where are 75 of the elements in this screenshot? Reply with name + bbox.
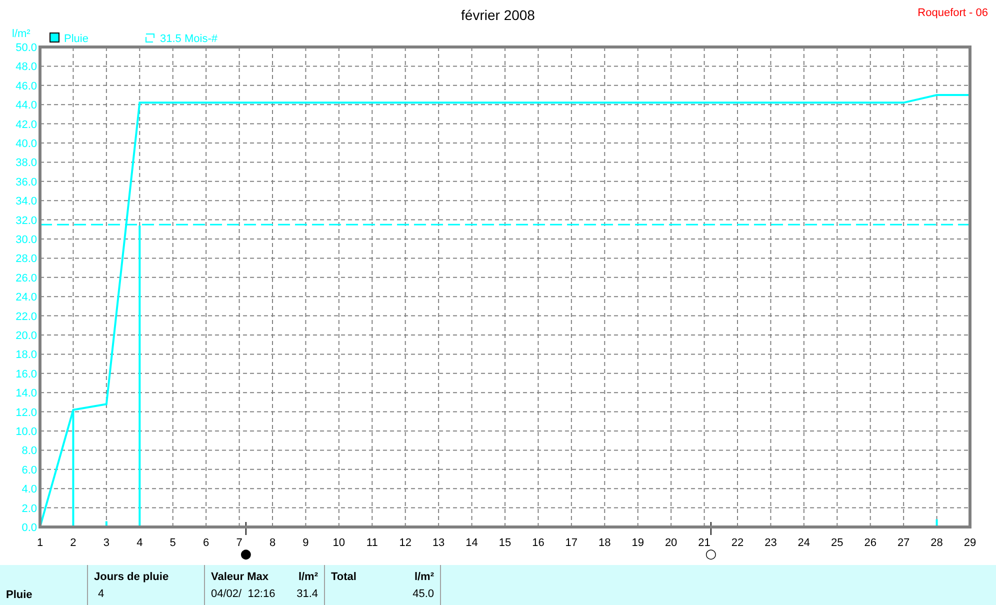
x-tick-label: 22 bbox=[731, 537, 744, 549]
x-tick-label: 27 bbox=[897, 537, 910, 549]
x-tick-label: 4 bbox=[136, 537, 143, 549]
x-tick-label: 20 bbox=[664, 537, 678, 549]
y-tick-label: 48.0 bbox=[16, 61, 37, 74]
y-tick-label: 46.0 bbox=[16, 80, 37, 92]
x-tick-label: 5 bbox=[170, 537, 176, 549]
y-tick-label: 10.0 bbox=[16, 426, 37, 438]
y-tick-label: 22.0 bbox=[16, 310, 37, 323]
x-tick-label: 8 bbox=[269, 537, 276, 549]
column-heading: Jours de pluie bbox=[94, 570, 169, 583]
x-tick-label: 6 bbox=[203, 537, 210, 549]
table-cell: 04/02/ 12:16 bbox=[211, 588, 276, 600]
legend-label: 31.5 Mois-# bbox=[160, 33, 218, 45]
tick-mark bbox=[710, 522, 712, 536]
column-heading: Valeur Max bbox=[211, 570, 268, 583]
moon-phase-label: ○ bbox=[705, 547, 717, 562]
x-tick-label: 16 bbox=[532, 537, 544, 549]
x-tick-label: 18 bbox=[598, 537, 611, 549]
x-tick-label: 21 bbox=[698, 537, 710, 549]
y-tick-label: 4.0 bbox=[22, 484, 37, 496]
chart-title: février 2008 bbox=[461, 7, 535, 23]
column-heading: Total bbox=[331, 570, 356, 583]
x-tick-label: 10 bbox=[332, 537, 346, 549]
y-tick-label: 34.0 bbox=[16, 196, 37, 208]
y-tick-label: 28.0 bbox=[16, 253, 37, 266]
row-label: Pluie bbox=[6, 588, 34, 601]
x-tick-label: 13 bbox=[432, 537, 445, 549]
table-cell-text: 4 bbox=[97, 588, 104, 600]
moon-phase-label: ● bbox=[240, 547, 252, 562]
y-tick-label: 6.0 bbox=[22, 464, 37, 476]
y-tick-label: 0.0 bbox=[22, 522, 37, 534]
y-tick-label: 40.0 bbox=[16, 138, 37, 150]
x-tick-label: 9 bbox=[302, 537, 309, 549]
y-tick-label: 26.0 bbox=[16, 272, 37, 284]
x-tick-label: 19 bbox=[632, 537, 644, 549]
y-axis-label: l/m² bbox=[12, 28, 30, 40]
station-label: Roquefort - 06 bbox=[918, 7, 988, 19]
tick-mark bbox=[245, 522, 246, 536]
x-tick-label: 11 bbox=[366, 537, 378, 549]
legend-label: Pluie bbox=[64, 33, 88, 45]
y-tick-label: 36.0 bbox=[16, 176, 37, 188]
x-tick-label: 17 bbox=[565, 537, 578, 549]
y-tick-label: 18.0 bbox=[16, 349, 37, 362]
y-tick-label: 20.0 bbox=[16, 330, 37, 342]
unit-label: l/m² bbox=[414, 570, 434, 583]
y-tick-label: 44.0 bbox=[16, 100, 37, 112]
y-tick-label: 32.0 bbox=[16, 214, 37, 227]
x-tick-label: 29 bbox=[964, 537, 976, 549]
x-tick-label: 28 bbox=[930, 537, 943, 549]
x-tick-label: 24 bbox=[798, 537, 810, 549]
x-tick-label: 15 bbox=[498, 537, 512, 549]
y-tick-label: 38.0 bbox=[16, 157, 37, 170]
y-tick-label: 42.0 bbox=[16, 118, 37, 131]
x-tick-label: 2 bbox=[70, 537, 76, 549]
y-tick-label: 50.0 bbox=[16, 42, 37, 54]
y-tick-label: 8.0 bbox=[22, 445, 37, 458]
legend-marker-icon bbox=[146, 34, 154, 42]
y-tick-label: 14.0 bbox=[16, 388, 37, 400]
y-tick-label: 12.0 bbox=[16, 406, 37, 419]
x-tick-label: 25 bbox=[831, 537, 844, 549]
table-cell: 31.4 bbox=[296, 588, 318, 600]
x-tick-label: 12 bbox=[399, 537, 412, 549]
y-tick-label: 2.0 bbox=[22, 502, 37, 515]
y-tick-label: 16.0 bbox=[16, 368, 37, 380]
y-tick-label: 24.0 bbox=[16, 292, 37, 304]
x-tick-label: 23 bbox=[764, 537, 777, 549]
x-tick-label: 14 bbox=[466, 537, 478, 549]
x-tick-label: 7 bbox=[236, 537, 242, 549]
x-tick-label: 26 bbox=[864, 537, 876, 549]
unit-label: l/m² bbox=[298, 570, 318, 583]
x-tick-label: 1 bbox=[36, 537, 44, 549]
x-tick-label: 3 bbox=[103, 537, 110, 549]
table-cell: 45.0 bbox=[412, 588, 434, 600]
y-tick-label: 30.0 bbox=[16, 234, 37, 246]
